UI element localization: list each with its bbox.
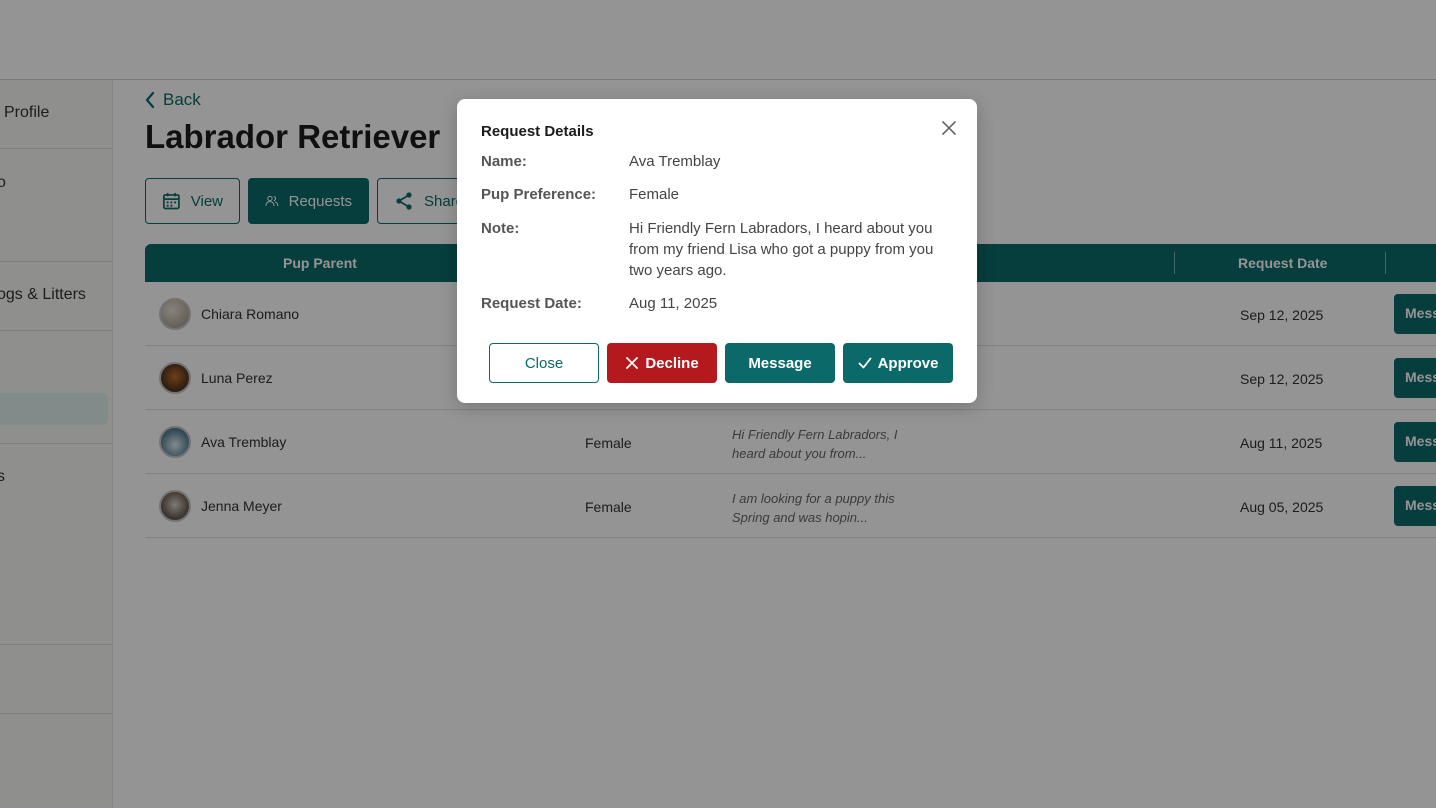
request-details-dialog: Request Details Name: Ava Tremblay Pup P… — [457, 99, 977, 403]
decline-button-label: Decline — [645, 354, 699, 372]
decline-button[interactable]: Decline — [607, 343, 717, 383]
dialog-title: Request Details — [481, 123, 594, 140]
close-button-label: Close — [524, 354, 564, 372]
close-button[interactable]: Close — [489, 343, 599, 383]
request-date-value: Aug 11, 2025 — [629, 295, 718, 312]
close-icon[interactable] — [939, 118, 959, 138]
message-button[interactable]: Message — [725, 343, 835, 383]
name-label: Name: — [481, 153, 527, 170]
request-date-label: Request Date: — [481, 295, 582, 312]
note-value: Hi Friendly Fern Labradors, I heard abou… — [629, 220, 934, 279]
check-icon — [858, 357, 871, 369]
approve-button[interactable]: Approve — [843, 343, 953, 383]
pup-preference-label: Pup Preference: — [481, 186, 597, 203]
approve-button-label: Approve — [877, 354, 939, 372]
pup-preference-value: Female — [629, 186, 680, 203]
note-label: Note: — [481, 220, 520, 237]
x-icon — [626, 357, 639, 369]
message-button-label: Message — [748, 354, 812, 372]
name-value: Ava Tremblay — [629, 153, 721, 170]
